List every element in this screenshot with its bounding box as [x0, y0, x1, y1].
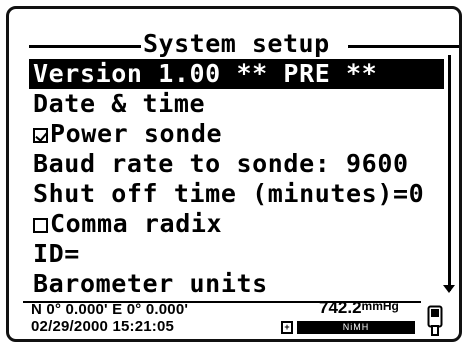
page-title: System setup [143, 29, 330, 58]
scrollbar[interactable] [448, 55, 451, 291]
menu-item-label: Power sonde [50, 119, 223, 148]
menu-item-date-time[interactable]: Date & time [29, 89, 444, 119]
gps-coordinates: N 0° 0.000' E 0° 0.000' [31, 301, 189, 318]
barometer-readout: 742.2mmHg [319, 298, 399, 318]
menu-item-version[interactable]: Version 1.00 ** PRE ** [29, 59, 444, 89]
status-datetime: 02/29/2000 15:21:05 [31, 318, 175, 335]
menu-item-label: Date & time [33, 89, 206, 118]
title-bar: System setup [23, 29, 459, 59]
menu-item-label: Shut off time (minutes)=0 [33, 179, 425, 208]
menu-item-baud-rate[interactable]: Baud rate to sonde: 9600 [29, 149, 444, 179]
handheld-device-icon [427, 305, 443, 336]
menu-item-label: Version 1.00 ** PRE ** [33, 59, 378, 88]
checkbox-checked-icon[interactable] [33, 128, 48, 143]
menu-item-label: Barometer units [33, 269, 268, 298]
menu-item-label: Comma radix [50, 209, 223, 238]
menu-item-label: Baud rate to sonde: 9600 [33, 149, 409, 178]
pressure-unit: mmHg [361, 299, 399, 313]
menu-item-shut-off-time[interactable]: Shut off time (minutes)=0 [29, 179, 444, 209]
title-rule-right [348, 45, 459, 48]
menu-item-power-sonde[interactable]: Power sonde [29, 119, 444, 149]
device-screen: System setup Version 1.00 ** PRE ** Date… [6, 6, 462, 342]
battery-icon: + [281, 321, 293, 334]
menu-item-barometer-units[interactable]: Barometer units [29, 269, 444, 299]
battery-indicator: + NiMH [281, 321, 418, 334]
menu-item-label: ID= [33, 239, 80, 268]
menu-item-comma-radix[interactable]: Comma radix [29, 209, 444, 239]
menu-item-id[interactable]: ID= [29, 239, 444, 269]
checkbox-unchecked-icon[interactable] [33, 218, 48, 233]
scroll-down-arrow-icon[interactable] [443, 285, 455, 293]
menu-list: Version 1.00 ** PRE ** Date & time Power… [29, 59, 444, 299]
pressure-value: 742.2 [319, 298, 362, 317]
title-rule-left [29, 45, 141, 48]
battery-type-label: NiMH [297, 321, 415, 334]
